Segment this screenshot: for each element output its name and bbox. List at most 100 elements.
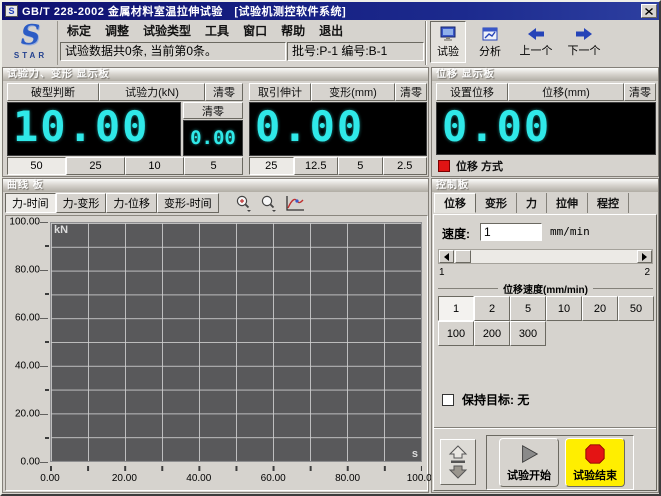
set-displacement-button[interactable]: 设置位移: [436, 83, 508, 101]
scrollbar-right-arrow[interactable]: [637, 250, 652, 263]
speed-group-title: 位移速度(mm/min): [438, 281, 653, 296]
displacement-mode-row: 位移 方式: [438, 158, 503, 174]
menu-item[interactable]: 窗口: [236, 22, 274, 40]
hold-target-checkbox[interactable]: [442, 394, 454, 406]
force-unit-button[interactable]: 试验力(kN): [99, 83, 205, 101]
speed-preset-button[interactable]: 2: [474, 296, 510, 321]
control-tab[interactable]: 位移: [434, 193, 476, 213]
deform-clear-button[interactable]: 清零: [395, 83, 427, 101]
scrollbar-thumb[interactable]: [455, 250, 471, 263]
force-range-button[interactable]: 5: [184, 157, 243, 175]
control-tabs: 位移变形力拉伸程控: [434, 193, 629, 213]
curve-toolbar: [235, 194, 305, 212]
curve-tab[interactable]: 力-时间: [5, 193, 56, 213]
speed-preset-button[interactable]: 100: [438, 321, 474, 346]
speed-preset-grid: 125102050 100200300: [438, 296, 658, 346]
menu-item[interactable]: 试验类型: [136, 22, 198, 40]
force-range-button[interactable]: 50: [7, 157, 66, 175]
curve-tab[interactable]: 力-位移: [106, 193, 157, 213]
force-display-panel: 试验力、变形 显示板 破型判断 试验力(kN) 清零 10.00 清零 0.00…: [2, 67, 429, 177]
test-start-label: 试验开始: [507, 467, 551, 483]
control-tab[interactable]: 拉伸: [547, 193, 588, 213]
x-axis-ticks: [50, 466, 422, 471]
control-panel-header: 控制板: [432, 179, 658, 192]
force-range-button[interactable]: 25: [66, 157, 125, 175]
test-end-button[interactable]: 试验结束: [565, 438, 625, 487]
peak-lcd-display: 0.00: [183, 120, 243, 156]
deform-range-button[interactable]: 2.5: [383, 157, 428, 175]
extensometer-button[interactable]: 取引伸计: [249, 83, 311, 101]
close-button[interactable]: [641, 4, 657, 18]
speed-preset-button[interactable]: 300: [510, 321, 546, 346]
y-axis-labels: 100.0080.0060.0040.0020.000.00: [6, 222, 48, 462]
jog-crosshead-button[interactable]: [440, 439, 476, 485]
menu-item[interactable]: 帮助: [274, 22, 312, 40]
test-mode-button[interactable]: 试验: [430, 21, 466, 63]
y-axis-unit: kN: [54, 224, 68, 236]
deform-range-button[interactable]: 12.5: [294, 157, 339, 175]
analyze-icon: [481, 26, 499, 42]
menu-item[interactable]: 标定: [60, 22, 98, 40]
displacement-panel-header: 位移 显示板: [432, 68, 658, 81]
break-judge-button[interactable]: 破型判断: [7, 83, 99, 101]
speed-scrollbar[interactable]: [438, 249, 653, 264]
top-bar: S STAR 标定调整试验类型工具窗口帮助退出 试验数据共0条, 当前第0条。 …: [2, 20, 659, 66]
curve-tab[interactable]: 力-变形: [56, 193, 107, 213]
deform-lcd-display: 0.00: [249, 102, 427, 156]
mode-indicator-icon: [438, 160, 450, 172]
star-logo-text: STAR: [4, 51, 57, 60]
speed-group-title-text: 位移速度(mm/min): [498, 285, 593, 296]
x-tick-label: 40.00: [186, 473, 211, 484]
app-window: S GB/T 228-2002 金属材料室温拉伸试验 [试验机测控软件系统] S…: [0, 0, 661, 496]
speed-preset-button[interactable]: 20: [582, 296, 618, 321]
zoom-in-icon[interactable]: [235, 195, 252, 212]
displacement-lcd-display: 0.00: [436, 102, 656, 155]
arrow-left-icon: [526, 27, 546, 41]
speed-preset-button[interactable]: 50: [618, 296, 654, 321]
x-tick-label: 20.00: [112, 473, 137, 484]
speed-preset-button[interactable]: 200: [474, 321, 510, 346]
y-tick-label: 40.00: [15, 361, 48, 372]
menu-item[interactable]: 调整: [98, 22, 136, 40]
speed-input[interactable]: [480, 223, 542, 241]
speed-preset-button[interactable]: 5: [510, 296, 546, 321]
play-icon: [518, 443, 540, 465]
displacement-unit-button[interactable]: 位移(mm): [508, 83, 624, 101]
control-tab[interactable]: 变形: [476, 193, 517, 213]
speed-preset-button[interactable]: 1: [438, 296, 474, 321]
peak-clear-button[interactable]: 清零: [183, 102, 243, 119]
curve-tabs: 力-时间力-变形力-位移变形-时间: [5, 193, 219, 213]
slider-min-label: 1: [439, 267, 445, 278]
previous-record-label: 上一个: [520, 42, 553, 58]
triangle-left-icon: [440, 253, 449, 261]
previous-record-button[interactable]: 上一个: [512, 21, 560, 63]
curve-tool-icon[interactable]: [285, 195, 305, 212]
menu-item[interactable]: 退出: [312, 22, 350, 40]
force-range-buttons: 5025105: [7, 157, 243, 175]
x-tick-label: 60.00: [261, 473, 286, 484]
control-tab[interactable]: 力: [517, 193, 547, 213]
menu-item[interactable]: 工具: [198, 22, 236, 40]
displacement-mode-label: 位移 方式: [456, 158, 503, 174]
next-record-button[interactable]: 下一个: [560, 21, 608, 63]
record-status: 试验数据共0条, 当前第0条。: [60, 42, 286, 61]
control-tab[interactable]: 程控: [588, 193, 629, 213]
scrollbar-left-arrow[interactable]: [439, 250, 454, 263]
app-icon: S: [5, 5, 18, 17]
zoom-out-icon[interactable]: [260, 195, 277, 212]
displacement-clear-button[interactable]: 清零: [624, 83, 656, 101]
deform-range-button[interactable]: 5: [338, 157, 383, 175]
deform-unit-button[interactable]: 变形(mm): [311, 83, 395, 101]
force-range-button[interactable]: 10: [125, 157, 184, 175]
hold-target-label: 保持目标: 无: [462, 391, 529, 408]
speed-preset-button[interactable]: 10: [546, 296, 582, 321]
curve-panel: 曲线 板 力-时间力-变形力-位移变形-时间 100.0080.0060.004…: [2, 178, 429, 493]
force-clear-button[interactable]: 清零: [205, 83, 243, 101]
batch-status: 批号:P-1 编号:B-1: [287, 42, 424, 61]
speed-unit-label: mm/min: [550, 225, 590, 238]
run-button-box: 试验开始 试验结束: [486, 435, 634, 490]
test-start-button[interactable]: 试验开始: [499, 438, 559, 487]
analyze-mode-button[interactable]: 分析: [472, 21, 508, 63]
curve-tab[interactable]: 变形-时间: [157, 193, 219, 213]
deform-range-button[interactable]: 25: [249, 157, 294, 175]
